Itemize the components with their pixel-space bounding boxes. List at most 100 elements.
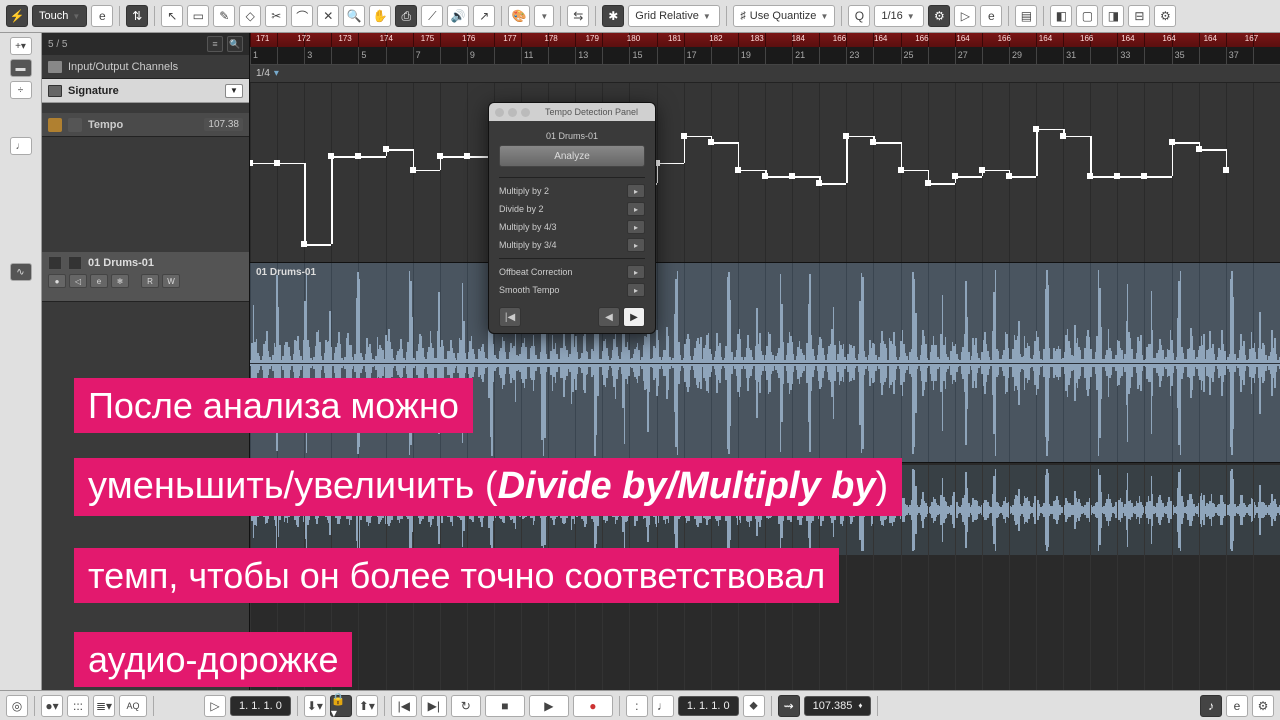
wave-icon[interactable]: ∿ xyxy=(10,263,32,281)
mute-tool-icon[interactable]: ✕ xyxy=(317,5,339,27)
bars-icon[interactable]: ♩ xyxy=(652,695,674,717)
panel-header[interactable]: Tempo Detection Panel xyxy=(489,103,655,121)
retro-rec-icon[interactable]: ≣▾ xyxy=(93,695,115,717)
zone-3-icon[interactable]: ◨ xyxy=(1102,5,1124,27)
lock-icon[interactable] xyxy=(68,118,82,132)
note-icon[interactable]: ♩ xyxy=(10,137,32,155)
mute-icon[interactable] xyxy=(48,256,62,270)
panel-op[interactable]: Multiply by 4/3▸ xyxy=(499,218,645,236)
q-button[interactable]: Q xyxy=(848,5,870,27)
warp-tool-icon[interactable]: ⟋ xyxy=(421,5,443,27)
ruler[interactable]: 135791113151719212325272931333537 xyxy=(250,47,1280,65)
add-track-icon[interactable]: +▾ xyxy=(10,37,32,55)
zoom-icon[interactable] xyxy=(521,108,530,117)
play-order-icon[interactable]: ▷ xyxy=(954,5,976,27)
apply-icon[interactable]: ▸ xyxy=(627,202,645,216)
zone-2-icon[interactable]: ▢ xyxy=(1076,5,1098,27)
marker-add-icon[interactable]: ⬥ xyxy=(743,695,765,717)
tempo-display[interactable]: 107.385♦ xyxy=(804,696,872,716)
zone-1-icon[interactable]: ◧ xyxy=(1050,5,1072,27)
perf-icon[interactable]: ◎ xyxy=(6,695,28,717)
analyze-button[interactable]: Analyze xyxy=(499,145,645,167)
panel-op[interactable]: Multiply by 2▸ xyxy=(499,182,645,200)
glue-tool-icon[interactable]: ⌒ xyxy=(291,5,313,27)
punch-out-icon[interactable]: ⬆▾ xyxy=(356,695,378,717)
freeze-icon[interactable]: ❄ xyxy=(111,274,129,288)
arrow-tool-icon[interactable]: ↖ xyxy=(161,5,183,27)
io-channels-row[interactable]: Input/Output Channels xyxy=(42,55,249,79)
midi-rec-icon[interactable]: ::: xyxy=(67,695,89,717)
line-tool-icon[interactable]: ↗ xyxy=(473,5,495,27)
close-icon[interactable] xyxy=(495,108,504,117)
aq-button[interactable]: AQ xyxy=(119,695,147,717)
prev-icon[interactable]: ◀ xyxy=(598,307,620,327)
tempo-lane[interactable] xyxy=(250,83,1280,263)
color-select[interactable]: ▼ xyxy=(534,5,554,27)
folder-icon[interactable]: ▬ xyxy=(10,59,32,77)
settings2-icon[interactable]: ⚙ xyxy=(1252,695,1274,717)
tempo-track-icon[interactable]: ⇝ xyxy=(778,695,800,717)
go-start-icon[interactable]: |◀ xyxy=(391,695,417,717)
position-display-2[interactable]: 1. 1. 1. 0 xyxy=(678,696,739,716)
locator-bar[interactable]: 1711721731741751761771781791801811821831… xyxy=(250,33,1280,47)
divide-icon[interactable]: ÷ xyxy=(10,81,32,99)
stop-button[interactable]: ■ xyxy=(485,695,525,717)
zone-4-icon[interactable]: ⊟ xyxy=(1128,5,1150,27)
lock-icon[interactable]: 🔒▾ xyxy=(330,695,352,717)
signature-lane[interactable]: 1/4 ▾ xyxy=(250,65,1280,83)
quantize-mode-select[interactable]: ♯Use Quantize▼ xyxy=(733,5,835,27)
solo-icon[interactable] xyxy=(68,256,82,270)
zoom-tool-icon[interactable]: 🔍 xyxy=(343,5,365,27)
split-tool-icon[interactable]: ✂ xyxy=(265,5,287,27)
iq-icon[interactable]: ⚙ xyxy=(928,5,950,27)
e3-button[interactable]: e xyxy=(1226,695,1248,717)
settings-icon[interactable]: ⚙ xyxy=(1154,5,1176,27)
color-tool-icon[interactable]: 🎨 xyxy=(508,5,530,27)
draw-tool-icon[interactable]: ✎ xyxy=(213,5,235,27)
cycle-icon[interactable]: ↻ xyxy=(451,695,481,717)
search-icon[interactable]: 🔍 xyxy=(227,36,243,52)
apply-icon[interactable]: ▸ xyxy=(627,238,645,252)
position-display-1[interactable]: 1. 1. 1. 0 xyxy=(230,696,291,716)
automation-icon[interactable]: ⚡ xyxy=(6,5,28,27)
rec-mode-icon[interactable]: ●▾ xyxy=(41,695,63,717)
panel-op[interactable]: Divide by 2▸ xyxy=(499,200,645,218)
mixer-icon[interactable]: ♪ xyxy=(1200,695,1222,717)
grid-mode-select[interactable]: Grid Relative▼ xyxy=(628,5,720,27)
comp-tool-icon[interactable]: ⎙ xyxy=(395,5,417,27)
minimize-icon[interactable] xyxy=(508,108,517,117)
dropdown-icon[interactable]: ▼ xyxy=(225,84,243,98)
hand-tool-icon[interactable]: ✋ xyxy=(369,5,391,27)
signature-track-row[interactable]: Signature ▼ xyxy=(42,79,249,103)
audio-track-row[interactable]: 01 Drums-01 ● ◁ e ❄ R W xyxy=(42,252,249,302)
apply-icon[interactable]: ▸ xyxy=(627,265,645,279)
automation-mode-select[interactable]: Touch▼ xyxy=(32,5,87,27)
quantize-value-select[interactable]: 1/16▼ xyxy=(874,5,924,27)
rewind-icon[interactable]: |◀ xyxy=(499,307,521,327)
left-loc-icon[interactable]: ▷ xyxy=(204,695,226,717)
window-layout-1-icon[interactable]: ▤ xyxy=(1015,5,1037,27)
constrain-icon[interactable]: ⇅ xyxy=(126,5,148,27)
apply-icon[interactable]: ▸ xyxy=(627,184,645,198)
edit-icon[interactable]: e xyxy=(90,274,108,288)
erase-tool-icon[interactable]: ◇ xyxy=(239,5,261,27)
power-icon[interactable] xyxy=(48,118,62,132)
panel-op[interactable]: Multiply by 3/4▸ xyxy=(499,236,645,254)
tempo-track-row[interactable]: Tempo 107.38 xyxy=(42,113,249,137)
play-tool-icon[interactable]: 🔊 xyxy=(447,5,469,27)
read-icon[interactable]: R xyxy=(141,274,159,288)
play-button[interactable]: ▶ xyxy=(529,695,569,717)
snap-icon[interactable]: ✱ xyxy=(602,5,624,27)
e2-button[interactable]: e xyxy=(980,5,1002,27)
range-tool-icon[interactable]: ▭ xyxy=(187,5,209,27)
time-format-icon[interactable]: : xyxy=(626,695,648,717)
punch-in-icon[interactable]: ⬇▾ xyxy=(304,695,326,717)
apply-icon[interactable]: ▸ xyxy=(627,283,645,297)
go-end-icon[interactable]: ▶| xyxy=(421,695,447,717)
next-icon[interactable]: ▶ xyxy=(623,307,645,327)
record-icon[interactable]: ● xyxy=(48,274,66,288)
panel-corr[interactable]: Offbeat Correction▸ xyxy=(499,263,645,281)
monitor-icon[interactable]: ◁ xyxy=(69,274,87,288)
e-button[interactable]: e xyxy=(91,5,113,27)
nudge-icon[interactable]: ⇆ xyxy=(567,5,589,27)
